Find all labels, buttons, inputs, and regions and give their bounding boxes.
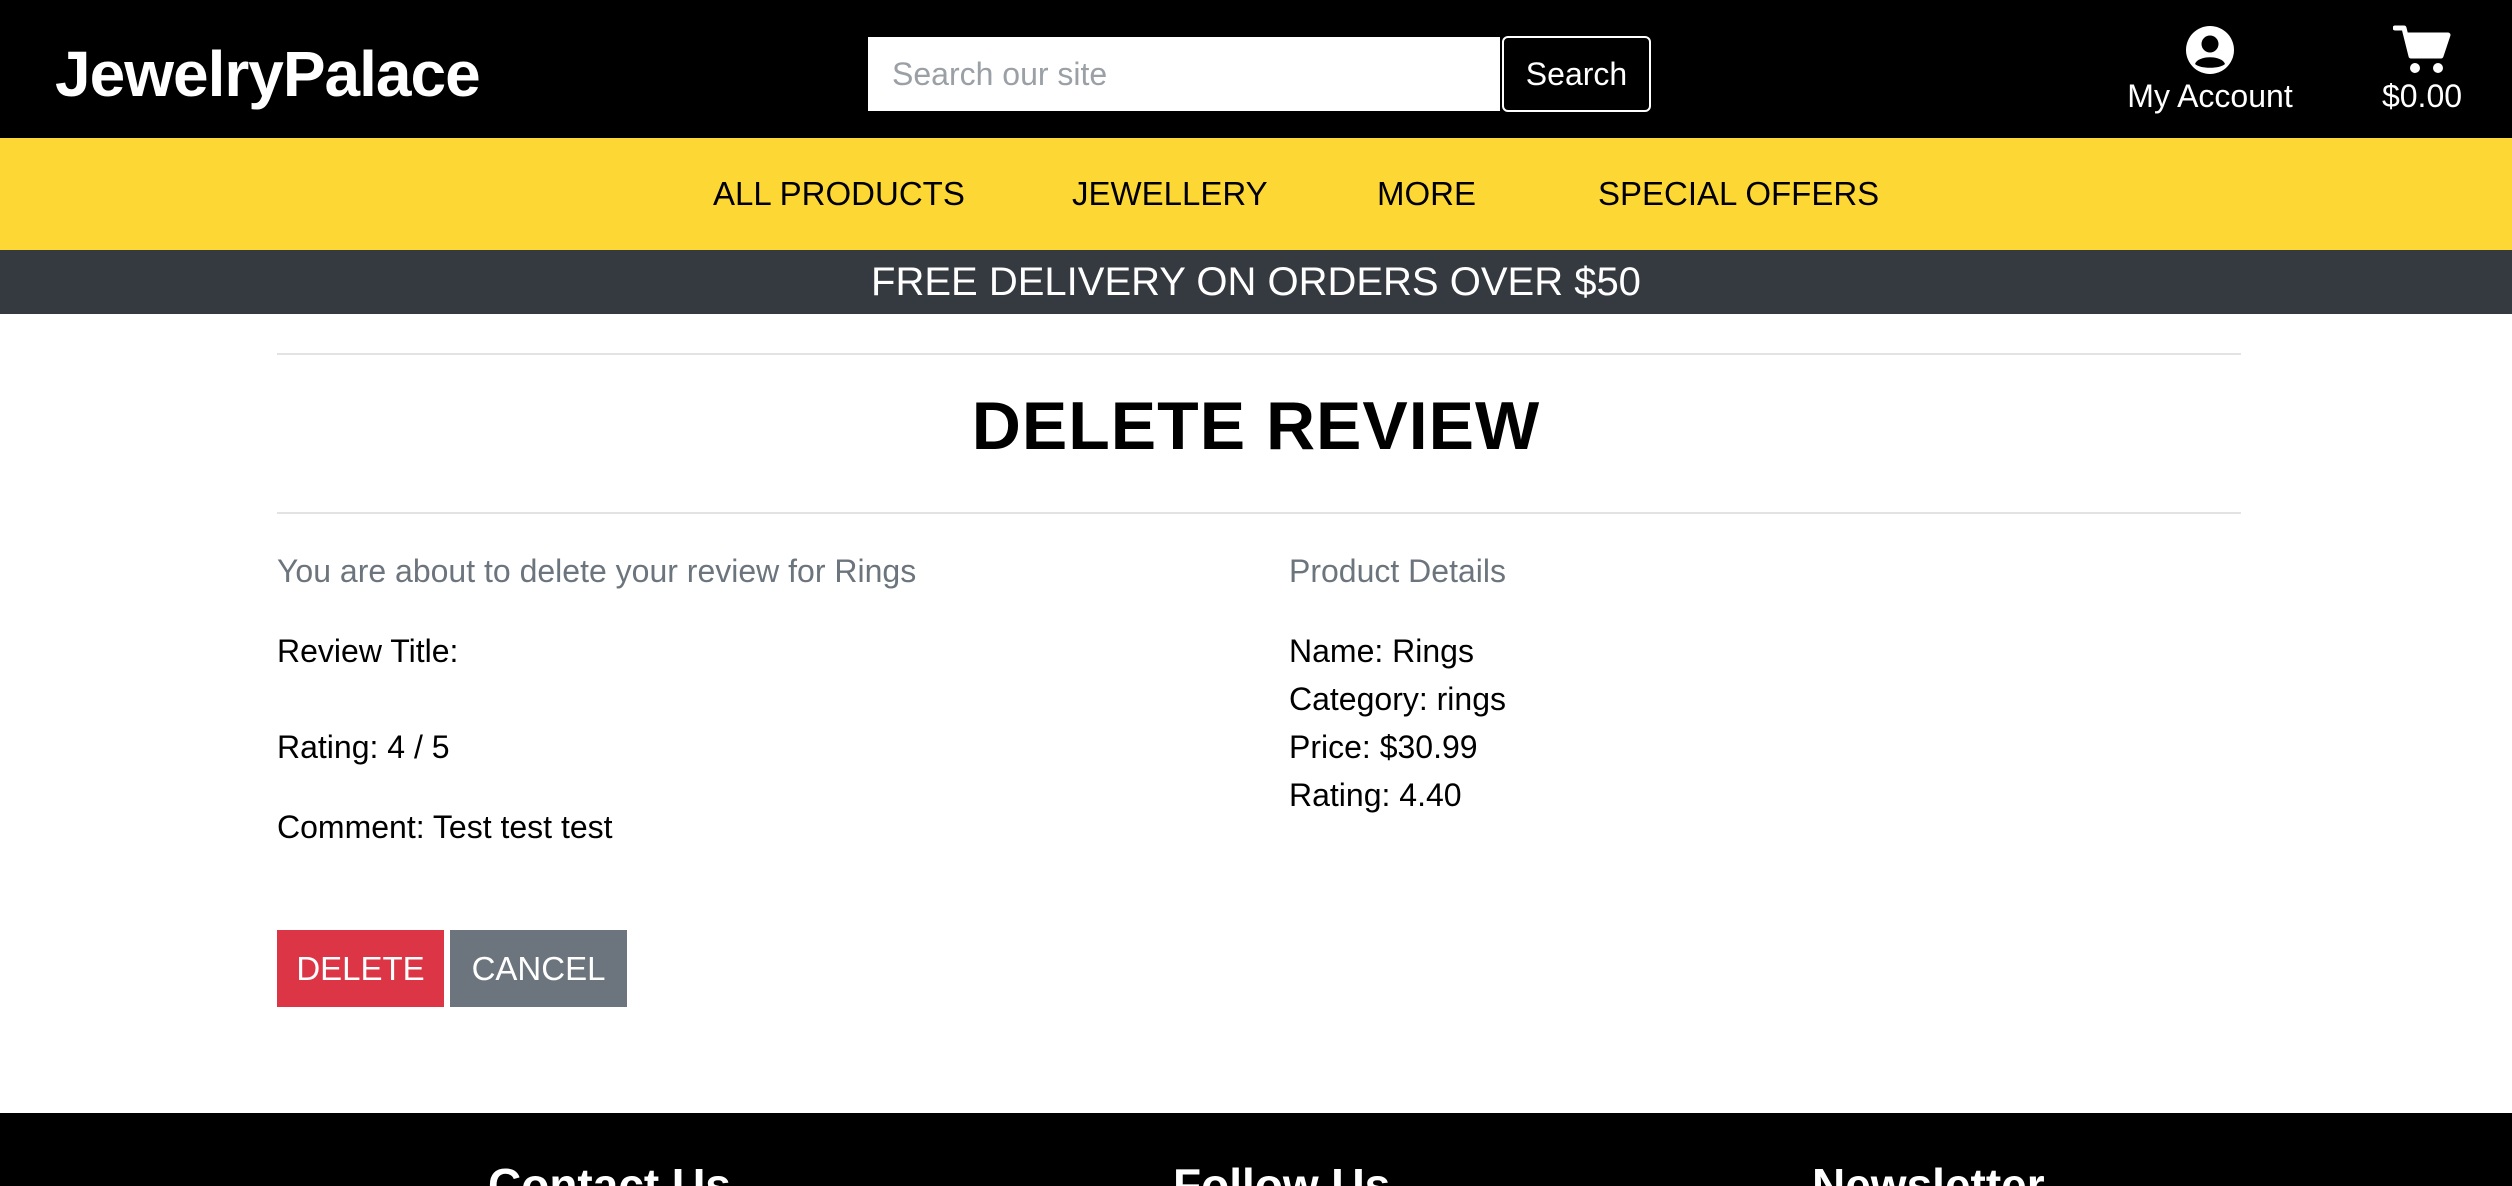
nav-item-more[interactable]: MORE [1377, 138, 1476, 250]
my-account-link[interactable]: My Account [2110, 24, 2310, 119]
nav-item-all-products[interactable]: ALL PRODUCTS [713, 138, 965, 250]
my-account-label: My Account [2127, 78, 2293, 114]
footer-contact-heading: Contact Us [488, 1159, 731, 1186]
footer-follow-heading: Follow Us [1173, 1159, 1391, 1186]
site-header: JewelryPalace Search My Account $0.00 [0, 0, 2512, 138]
review-comment: Comment: Test test test [277, 809, 613, 845]
main-nav: ALL PRODUCTS JEWELLERY MORE SPECIAL OFFE… [0, 138, 2512, 250]
cart-total: $0.00 [2381, 78, 2463, 114]
footer-newsletter-heading: Newsletter [1812, 1159, 2045, 1186]
search-input[interactable] [868, 37, 1500, 111]
delete-button[interactable]: DELETE [277, 930, 444, 1007]
nav-item-jewellery[interactable]: JEWELLERY [1072, 138, 1268, 250]
search-button[interactable]: Search [1502, 36, 1651, 112]
cart-link[interactable]: $0.00 [2372, 24, 2472, 119]
nav-item-special-offers[interactable]: SPECIAL OFFERS [1598, 138, 1879, 250]
site-logo[interactable]: JewelryPalace [55, 34, 481, 114]
site-footer: Contact Us Follow Us Newsletter [0, 1113, 2512, 1186]
shopping-cart-icon [2393, 25, 2451, 73]
divider-bottom [277, 512, 2241, 514]
delete-intro-text: You are about to delete your review for … [277, 553, 917, 589]
product-rating: Rating: 4.40 [1289, 777, 1462, 813]
product-details-heading: Product Details [1289, 553, 1506, 589]
review-title-label: Review Title: [277, 633, 459, 669]
product-name: Name: Rings [1289, 633, 1474, 669]
promo-banner: FREE DELIVERY ON ORDERS OVER $50 [0, 250, 2512, 314]
divider-top [277, 353, 2241, 355]
cancel-button[interactable]: CANCEL [450, 930, 627, 1007]
page-title: DELETE REVIEW [971, 388, 1541, 464]
product-price: Price: $30.99 [1289, 729, 1478, 765]
product-category: Category: rings [1289, 681, 1506, 717]
review-rating: Rating: 4 / 5 [277, 729, 450, 765]
user-circle-icon [2186, 26, 2234, 74]
